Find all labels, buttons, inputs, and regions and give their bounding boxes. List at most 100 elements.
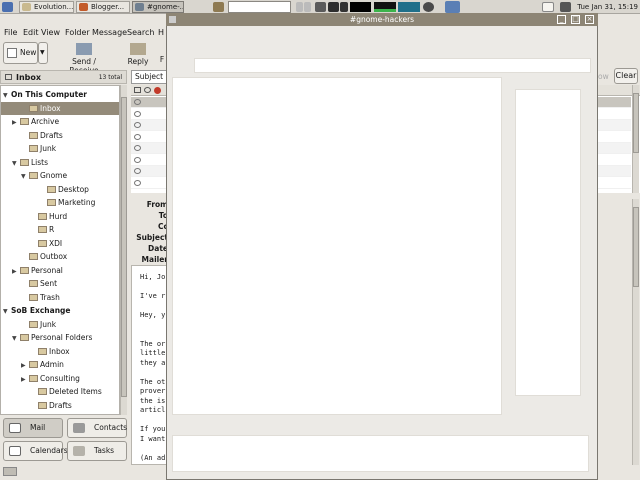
- launcher-icon[interactable]: [213, 2, 224, 12]
- expander-icon[interactable]: ▶: [12, 116, 20, 129]
- chat-text-area[interactable]: [172, 77, 502, 415]
- scroll-thumb[interactable]: [633, 93, 639, 153]
- status-column-icon[interactable]: [134, 87, 141, 93]
- expander-icon[interactable]: ▼: [12, 332, 20, 345]
- reply-button[interactable]: Reply: [124, 43, 152, 66]
- menu-message[interactable]: Message: [92, 28, 127, 37]
- switch-calendars-button[interactable]: Calendars: [3, 441, 68, 461]
- message-list-scrollbar[interactable]: [632, 85, 639, 193]
- folder-item[interactable]: Junk: [1, 318, 119, 331]
- folder-item[interactable]: ▼ Personal Folders: [1, 331, 119, 344]
- app-icon[interactable]: [328, 2, 339, 12]
- folder-item[interactable]: Deleted Items: [1, 385, 119, 398]
- folder-item[interactable]: Hurd: [1, 210, 119, 223]
- account-group[interactable]: ▼ On This Computer: [1, 88, 119, 101]
- message-status-icon[interactable]: [134, 156, 141, 163]
- reply-all-button[interactable]: F: [158, 55, 166, 64]
- status-icon[interactable]: [423, 2, 434, 12]
- expander-icon[interactable]: ▼: [12, 157, 20, 170]
- minimize-button[interactable]: _: [557, 15, 566, 24]
- expander-icon[interactable]: ▶: [21, 359, 29, 372]
- task-evolution[interactable]: Evolution...: [19, 1, 74, 13]
- expander-icon[interactable]: ▶: [12, 265, 20, 278]
- maximize-button[interactable]: □: [571, 15, 580, 24]
- folder-item[interactable]: Desktop: [1, 183, 119, 196]
- switch-contacts-button[interactable]: Contacts: [67, 418, 127, 438]
- message-status-icon[interactable]: [134, 168, 141, 174]
- app-icon[interactable]: [315, 2, 326, 12]
- message-status-icon[interactable]: [134, 133, 141, 140]
- expander-icon[interactable]: ▼: [21, 170, 29, 183]
- folder-item[interactable]: Inbox: [1, 101, 119, 115]
- folder-tree[interactable]: ▼ On This Computer Inbox ▶ Archive Drafts Junk…: [0, 85, 120, 415]
- task-xchat[interactable]: #gnome-...: [132, 1, 184, 13]
- menu-edit[interactable]: Edit: [23, 28, 39, 37]
- folder-item[interactable]: XDI: [1, 237, 119, 250]
- account-group[interactable]: ▼ SoB Exchange: [1, 304, 119, 317]
- menu-folder[interactable]: Folder: [65, 28, 90, 37]
- panel-search-input[interactable]: [228, 1, 291, 13]
- evolution-task-icon: [22, 3, 31, 11]
- preview-scrollbar[interactable]: [632, 199, 639, 465]
- message-input[interactable]: [172, 435, 589, 472]
- menu-help[interactable]: H: [158, 28, 164, 37]
- foot-menu-icon[interactable]: [2, 2, 13, 12]
- flag-column-icon[interactable]: [154, 87, 161, 94]
- folder-tree-scrollbar[interactable]: [120, 85, 127, 415]
- folder-item[interactable]: Inbox: [1, 345, 119, 358]
- search-scope-select[interactable]: Subject c: [131, 70, 169, 84]
- notification-icon[interactable]: [542, 2, 554, 12]
- message-status-icon[interactable]: [134, 122, 141, 128]
- window-menu-icon[interactable]: [169, 16, 176, 23]
- new-dropdown-button[interactable]: ▼: [38, 42, 48, 64]
- workspace-icon[interactable]: [445, 1, 460, 13]
- message-status-icon[interactable]: [134, 99, 141, 105]
- message-status-icon[interactable]: [134, 110, 141, 117]
- message-status-icon[interactable]: [134, 145, 141, 151]
- task-blogger[interactable]: Blogger...: [76, 1, 130, 13]
- folder-item[interactable]: Sent: [1, 277, 119, 290]
- switch-tasks-button[interactable]: Tasks: [67, 441, 127, 461]
- volume-icon[interactable]: [340, 2, 348, 12]
- attachment-column-icon[interactable]: [144, 87, 151, 93]
- folder-item[interactable]: Trash: [1, 291, 119, 304]
- search-input-partial[interactable]: ow: [598, 70, 610, 84]
- cpu-monitor: [350, 2, 371, 12]
- topic-input[interactable]: [194, 58, 591, 73]
- scroll-thumb[interactable]: [633, 207, 639, 287]
- close-button[interactable]: ×: [585, 15, 594, 24]
- online-status-icon[interactable]: [3, 467, 17, 476]
- clear-button[interactable]: Clear: [614, 68, 638, 84]
- folder-label: Desktop: [58, 184, 89, 194]
- expander-icon[interactable]: ▼: [3, 305, 11, 318]
- message-status-icon[interactable]: [134, 179, 141, 186]
- folder-item[interactable]: ▶ Admin: [1, 358, 119, 371]
- expander-icon[interactable]: ▶: [21, 373, 29, 386]
- menu-file[interactable]: File: [4, 28, 17, 37]
- folder-item[interactable]: ▼ Lists: [1, 156, 119, 169]
- expander-icon[interactable]: ▼: [3, 89, 11, 102]
- menu-view[interactable]: View: [41, 28, 60, 37]
- folder-item[interactable]: Outbox: [1, 250, 119, 263]
- folder-item[interactable]: ▶ Personal: [1, 264, 119, 277]
- switch-mail-button[interactable]: Mail: [3, 418, 63, 438]
- message-body[interactable]: Hi, Jo I've r Hey, y The or little they a The …: [131, 265, 171, 465]
- clock[interactable]: Tue Jan 31, 15:19: [577, 1, 638, 13]
- folder-item[interactable]: Marketing: [1, 196, 119, 209]
- folder-item[interactable]: Drafts: [1, 399, 119, 412]
- scroll-thumb[interactable]: [121, 97, 127, 397]
- folder-item[interactable]: ▼ Gnome: [1, 169, 119, 182]
- folder-item[interactable]: R: [1, 223, 119, 236]
- folder-item[interactable]: Drafts: [1, 129, 119, 142]
- preview-headers: From: To: Cc: Subject: Date: Mailer:: [131, 199, 171, 265]
- scroll-arrow-icon[interactable]: [296, 2, 303, 12]
- folder-item[interactable]: ▶ Archive: [1, 115, 119, 128]
- folder-item[interactable]: ▶ Consulting: [1, 372, 119, 385]
- folder-item[interactable]: Junk: [1, 142, 119, 155]
- menu-search[interactable]: Search: [127, 28, 154, 37]
- xchat-titlebar[interactable]: #gnome-hackers: [166, 13, 598, 26]
- user-list[interactable]: [515, 89, 581, 396]
- scroll-arrow-icon[interactable]: [304, 2, 311, 12]
- new-button[interactable]: New: [3, 42, 38, 64]
- header-label: Mailer:: [141, 255, 171, 264]
